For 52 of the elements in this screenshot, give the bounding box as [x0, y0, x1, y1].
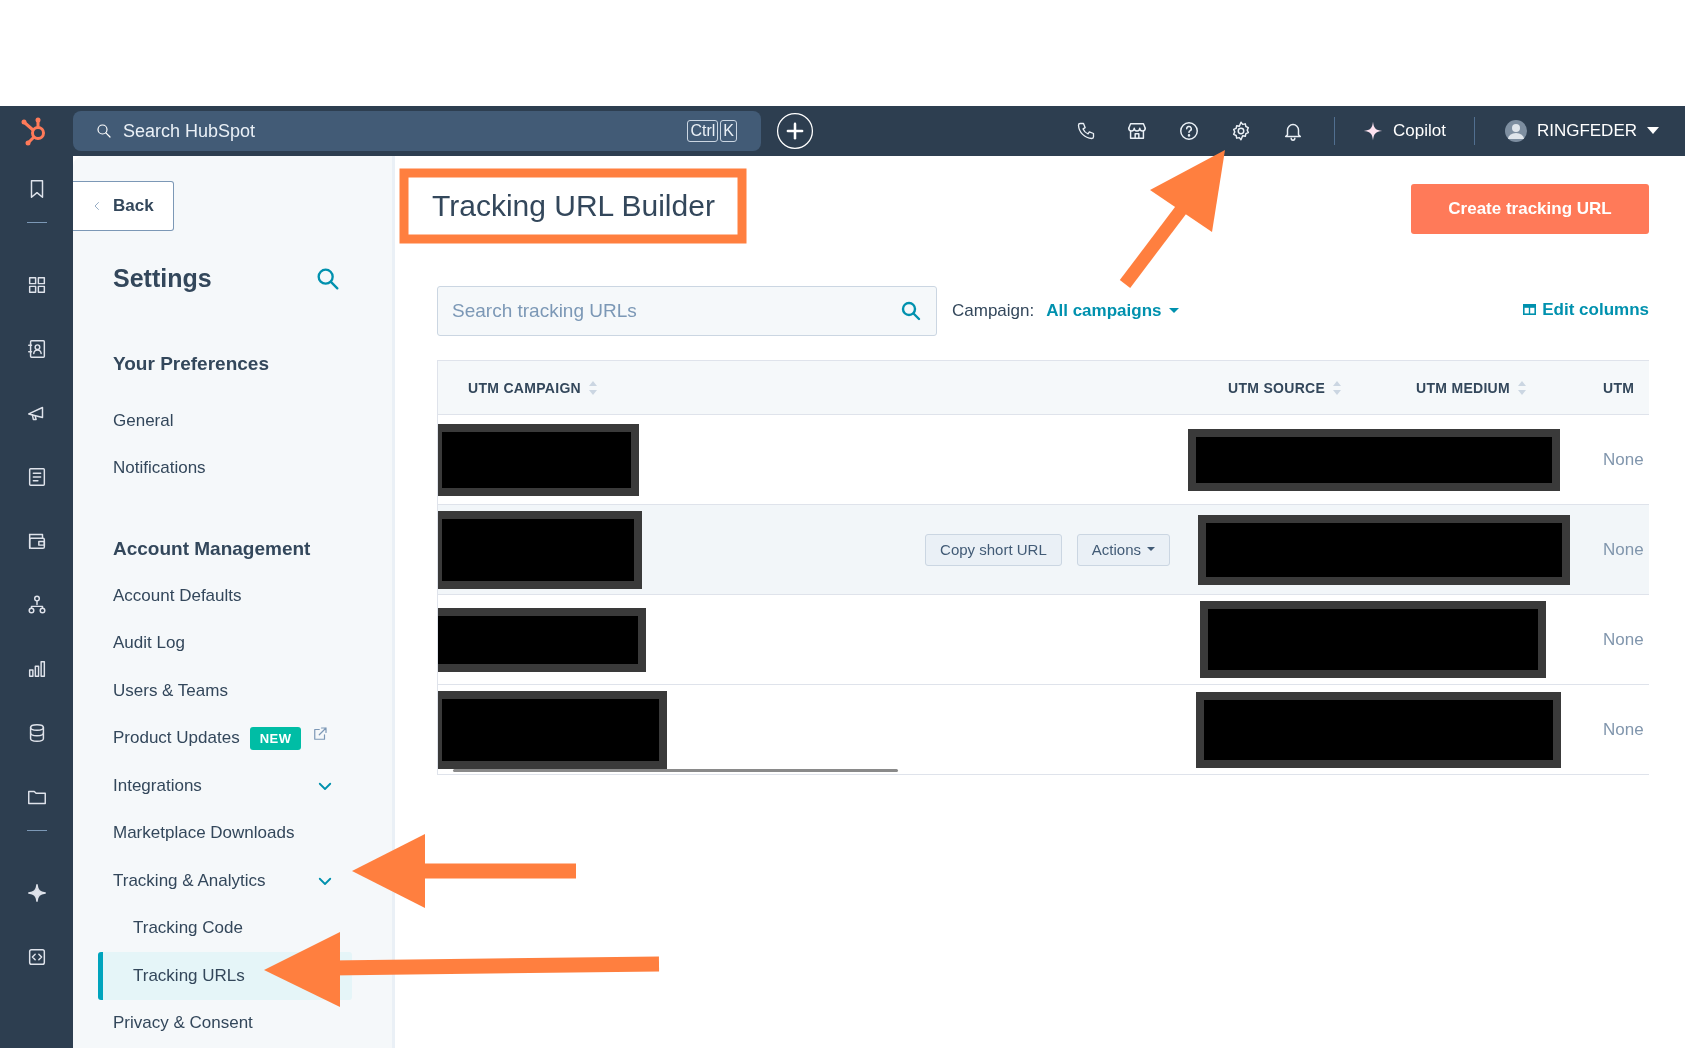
- search-icon: [95, 122, 113, 140]
- column-header[interactable]: UTM MEDIUM: [1386, 361, 1573, 414]
- help-icon[interactable]: [1177, 120, 1200, 142]
- storefront-icon[interactable]: [1125, 120, 1148, 142]
- sidebar-item[interactable]: Integrations: [73, 762, 342, 810]
- section-heading: Your Preferences: [113, 353, 270, 375]
- column-header[interactable]: UTM CAMPAIGN: [438, 361, 1198, 414]
- search-input[interactable]: Search HubSpot: [121, 119, 680, 143]
- sidebar-item[interactable]: Marketplace Downloads: [73, 809, 342, 857]
- copilot-button[interactable]: Copilot: [1362, 121, 1446, 141]
- sidebar-item[interactable]: Notifications: [73, 444, 342, 492]
- avatar: [1504, 120, 1527, 142]
- sidebar-item[interactable]: Product Updates NEW: [73, 714, 342, 762]
- filter-label: Campaign:: [952, 301, 1035, 321]
- table-cell: None: [1603, 629, 1644, 650]
- back-button[interactable]: Back: [73, 181, 174, 231]
- search-field[interactable]: Search tracking URLs: [437, 286, 937, 336]
- columns-icon: [1523, 304, 1537, 315]
- sparkle-icon[interactable]: [25, 882, 48, 904]
- copy-button[interactable]: Copy short URL: [925, 533, 1062, 566]
- page-title: Tracking URL Builder: [432, 189, 715, 223]
- table-cell: None: [1603, 449, 1644, 470]
- sidebar-title: Settings: [113, 264, 212, 293]
- actions-button[interactable]: Actions: [1076, 533, 1170, 566]
- phone-icon[interactable]: [1075, 121, 1096, 141]
- sidebar-item[interactable]: Users & Teams: [73, 667, 342, 715]
- plus-icon[interactable]: [776, 112, 814, 150]
- table-cell: None: [1603, 539, 1644, 560]
- account-menu[interactable]: RINGFEDER: [1504, 120, 1659, 142]
- sidebar-item[interactable]: Audit Log: [73, 619, 342, 667]
- column-header[interactable]: UTM SOURCE: [1198, 361, 1386, 414]
- caret-icon: [1647, 127, 1659, 135]
- sidebar-item[interactable]: General: [73, 397, 342, 445]
- table-cell: None: [1603, 719, 1644, 740]
- section-heading: Account Management: [113, 538, 312, 560]
- hierarchy-icon[interactable]: [25, 594, 48, 616]
- search-field[interactable]: Search HubSpot Ctrl K: [73, 111, 761, 151]
- column-header: UTM: [1602, 378, 1636, 398]
- sidebar-item[interactable]: Tracking Code: [98, 904, 352, 952]
- campaign-dropdown[interactable]: All campaigns: [1040, 300, 1186, 322]
- contact-card-icon[interactable]: [25, 338, 48, 360]
- sidebar-item[interactable]: Account Defaults: [73, 572, 342, 620]
- caret-icon: [1147, 547, 1155, 552]
- keyboard-key: K: [720, 120, 737, 142]
- sidebar-item[interactable]: Tracking & Analytics: [73, 857, 342, 905]
- edit-columns-link[interactable]: Edit columns: [1523, 299, 1649, 320]
- new-badge: NEW: [249, 726, 302, 750]
- sidebar-item[interactable]: Privacy & Consent: [73, 999, 342, 1047]
- keyboard-key: Ctrl: [687, 120, 719, 142]
- scrollbar[interactable]: [453, 769, 898, 772]
- caret-icon: [1169, 308, 1180, 314]
- search-icon: [899, 299, 923, 323]
